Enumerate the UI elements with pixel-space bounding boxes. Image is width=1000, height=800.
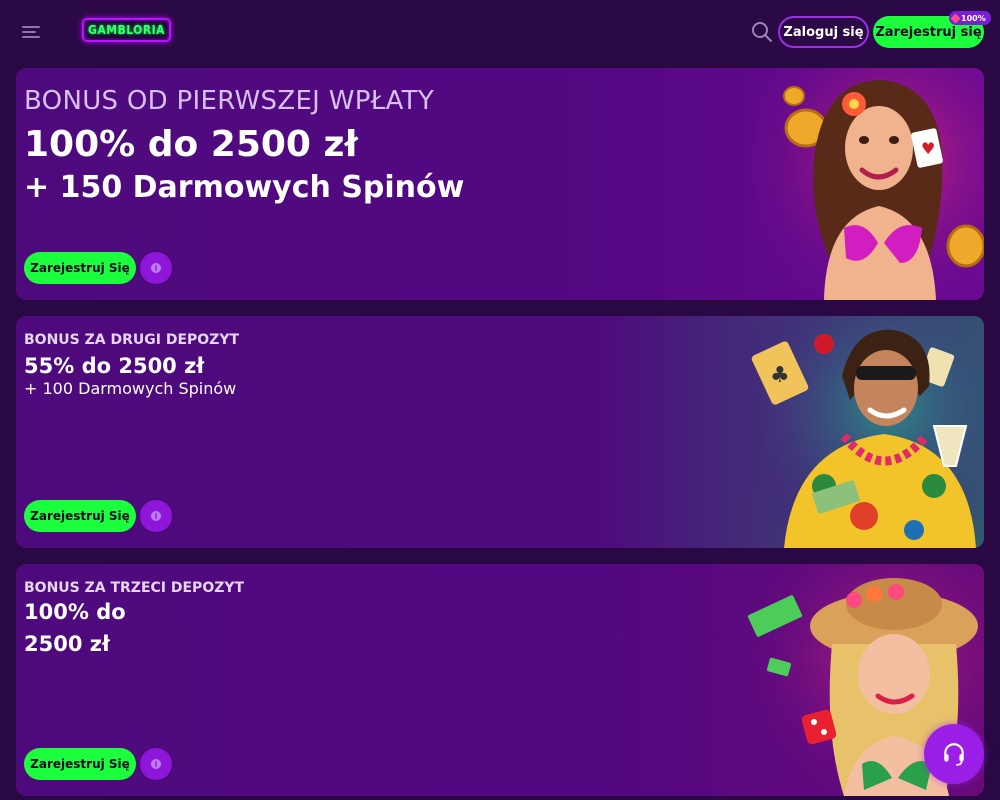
gem-icon: [950, 13, 961, 23]
promo-character-illustration: ♣: [744, 316, 984, 548]
hamburger-menu-icon[interactable]: [22, 24, 42, 40]
card-title: 55% do 2500 zł: [24, 354, 205, 378]
info-icon[interactable]: i: [140, 748, 172, 780]
card-register-button[interactable]: Zarejestruj Się: [24, 252, 136, 284]
card-subtitle: BONUS OD PIERWSZEJ WPŁATY: [24, 86, 435, 116]
card-title: 100% do 2500 zł: [24, 600, 126, 656]
register-bonus-badge: 100%: [949, 11, 991, 25]
card-extra: + 100 Darmowych Spinów: [24, 379, 237, 398]
login-button[interactable]: Zaloguj się: [778, 16, 869, 48]
search-icon[interactable]: [750, 20, 774, 44]
card-extra: + 150 Darmowych Spinów: [24, 170, 465, 205]
bonus-card-second-deposit: BONUS ZA DRUGI DEPOZYT 55% do 2500 zł + …: [16, 316, 984, 548]
card-register-button[interactable]: Zarejestruj Się: [24, 748, 136, 780]
card-subtitle: BONUS ZA DRUGI DEPOZYT: [24, 332, 240, 348]
card-subtitle: BONUS ZA TRZECI DEPOZYT: [24, 580, 245, 596]
card-title: 100% do 2500 zł: [24, 124, 358, 165]
svg-text:♥: ♥: [921, 139, 935, 158]
info-icon[interactable]: i: [140, 252, 172, 284]
gambloria-logo[interactable]: GAMBLORIA: [82, 18, 171, 42]
support-chat-button[interactable]: [924, 724, 984, 784]
promo-character-illustration: ♥: [754, 68, 984, 300]
bonus-card-first-deposit: BONUS OD PIERWSZEJ WPŁATY 100% do 2500 z…: [16, 68, 984, 300]
badge-text: 100%: [961, 13, 986, 23]
svg-text:♣: ♣: [770, 363, 790, 388]
headset-icon: [944, 743, 964, 766]
info-icon[interactable]: i: [140, 500, 172, 532]
bonus-card-third-deposit: BONUS ZA TRZECI DEPOZYT 100% do 2500 zł …: [16, 564, 984, 796]
card-register-button[interactable]: Zarejestruj Się: [24, 500, 136, 532]
top-header: GAMBLORIA Zaloguj się Zarejestruj się 10…: [0, 0, 1000, 62]
logo-text: GAMBLORIA: [88, 23, 165, 37]
